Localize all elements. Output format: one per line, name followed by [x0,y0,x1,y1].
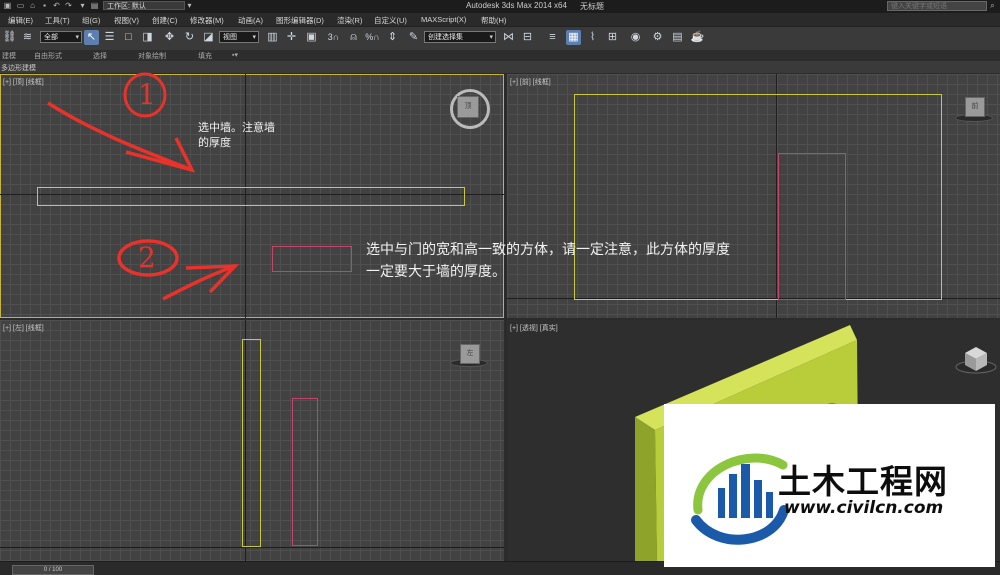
world-y-axis [0,547,504,548]
tab-populate[interactable]: 填充 [198,51,212,61]
menu-help[interactable]: 帮助(H) [481,15,506,26]
hold-icon[interactable]: ▾ [78,1,87,10]
logo-name: 土木工程网 [778,462,948,501]
viewport-label[interactable]: [+] [左] [线框] [3,323,44,333]
percent-snap-icon[interactable]: %∩ [365,30,380,45]
chevron-down-icon[interactable]: ▾ [185,1,194,10]
viewport-left[interactable]: [+] [左] [线框] 左 [0,320,504,561]
move-icon[interactable]: ✥ [162,30,177,45]
ribbon-options-icon[interactable]: ▪▾ [232,51,238,59]
door-box-object[interactable] [778,153,846,300]
viewcube-icon[interactable]: 前 [965,97,985,117]
main-toolbar: ⛓ ≋ 全部 ↖ ☰ □ ◨ ✥ ↻ ◪ 视图 ▥ ✛ ▣ 3∩ ⍝ %∩ ⇕ … [0,26,1000,51]
select-by-name-icon[interactable]: ☰ [102,30,117,45]
undo-icon[interactable]: ↶ [52,1,61,10]
named-selection-dropdown[interactable]: 创建选择集 [424,31,496,44]
viewport-top[interactable]: [+] [顶] [线框] 顶 [0,74,504,318]
schematic-view-icon[interactable]: ⊞ [605,30,620,45]
open-file-icon[interactable]: ⌂ [28,1,37,10]
bind-space-warp-icon[interactable]: ≋ [20,30,35,45]
viewport-label[interactable]: [+] [顶] [线框] [3,77,44,87]
viewport-front[interactable]: [+] [前] [线框] 前 [507,74,1000,318]
align-icon[interactable]: ⊟ [520,30,535,45]
menu-modifiers[interactable]: 修改器(M) [190,15,224,26]
viewcube-icon[interactable]: 左 [460,344,480,364]
door-box-object[interactable] [292,398,318,546]
link-icon[interactable]: ⛓ [2,30,17,45]
wall-object[interactable] [242,339,261,547]
reference-coordinate-dropdown[interactable]: 视图 [219,31,259,44]
selection-filter-dropdown[interactable]: 全部 [40,31,82,44]
save-icon[interactable]: ▪ [40,1,49,10]
new-file-icon[interactable]: ▭ [16,1,25,10]
render-production-icon[interactable]: ☕ [690,30,705,45]
annotation-note-1-line1: 选中墙。注意墙 [198,121,275,134]
select-object-icon[interactable]: ↖ [84,30,99,45]
curve-editor-icon[interactable]: ⌇ [585,30,600,45]
scale-icon[interactable]: ◪ [201,30,216,45]
layer-manager-icon[interactable]: ≡ [545,30,560,45]
viewcube-icon[interactable]: 顶 [457,96,479,118]
document-title: 无标题 [580,2,604,11]
app-title: Autodesk 3ds Max 2014 x64 [466,1,567,10]
manipulate-icon[interactable]: ✛ [284,30,299,45]
menu-rendering[interactable]: 渲染(R) [337,15,362,26]
ribbon-panel: 多边形建模 [0,61,1000,73]
redo-icon[interactable]: ↷ [64,1,73,10]
annotation-note-2-line2: 一定要大于墙的厚度。 [366,264,506,280]
render-setup-icon[interactable]: ⚙ [650,30,665,45]
wall-object[interactable] [574,94,942,300]
annotation-note-2-line1: 选中与门的宽和高一致的方体，请一定注意，此方体的厚度 [366,242,730,258]
annotation-note-1-line2: 的厚度 [198,136,231,149]
logo-url: www.civilcn.com [784,498,944,518]
search-input[interactable] [887,1,987,11]
annotation-number-1: 1 [138,78,156,111]
rotate-icon[interactable]: ↻ [182,30,197,45]
menu-bar: 编辑(E) 工具(T) 组(G) 视图(V) 创建(C) 修改器(M) 动画(A… [0,13,1000,26]
menu-group[interactable]: 组(G) [82,15,100,26]
tab-object-paint[interactable]: 对象绘制 [138,51,166,61]
tab-freeform[interactable]: 自由形式 [34,51,62,61]
menu-views[interactable]: 视图(V) [114,15,139,26]
mirror-icon[interactable]: ⋈ [501,30,516,45]
spinner-snap-icon[interactable]: ⇕ [385,30,400,45]
wall-object[interactable] [37,187,465,206]
pivot-center-icon[interactable]: ▥ [265,30,280,45]
menu-create[interactable]: 创建(C) [152,15,177,26]
search-icon[interactable]: ⌕ [988,1,997,10]
graphite-toolset-icon[interactable]: ▦ [566,30,581,45]
annotation-number-2: 2 [138,241,156,274]
keyboard-shortcut-icon[interactable]: ▣ [304,30,319,45]
menu-tools[interactable]: 工具(T) [45,15,70,26]
tab-modeling[interactable]: 建模 [2,51,16,61]
wall-side-face [635,417,657,561]
snap-toggle-icon[interactable]: 3∩ [326,30,341,45]
viewport-label[interactable]: [+] [前] [线框] [510,77,551,87]
window-crossing-icon[interactable]: ◨ [140,30,155,45]
door-box-object[interactable] [272,246,352,272]
angle-snap-icon[interactable]: ⍝ [346,30,361,45]
title-bar: ▣ ▭ ⌂ ▪ ↶ ↷ ▾ ▤ 工作区: 默认 ▾ Autodesk 3ds M… [0,0,1000,13]
menu-graph-editors[interactable]: 图形编辑器(D) [276,15,324,26]
edit-named-selection-icon[interactable]: ✎ [406,30,421,45]
ribbon-panel-label: 多边形建模 [1,65,36,72]
ribbon-tabs: 建模 自由形式 选择 对象绘制 填充 ▪▾ [0,50,1000,61]
menu-customize[interactable]: 自定义(U) [374,15,407,26]
tab-selection[interactable]: 选择 [93,51,107,61]
watermark-logo: 土木工程网 www.civilcn.com [664,404,995,567]
app-menu-icon[interactable]: ▣ [3,1,12,10]
rendered-frame-icon[interactable]: ▤ [670,30,685,45]
menu-animation[interactable]: 动画(A) [238,15,263,26]
menu-maxscript[interactable]: MAXScript(X) [421,15,466,24]
viewcube-icon[interactable] [955,347,997,374]
project-folder-icon[interactable]: ▤ [90,1,99,10]
material-editor-icon[interactable]: ◉ [628,30,643,45]
rectangular-selection-icon[interactable]: □ [121,30,136,45]
menu-edit[interactable]: 编辑(E) [8,15,33,26]
workspace-selector[interactable]: 工作区: 默认 [103,1,185,10]
